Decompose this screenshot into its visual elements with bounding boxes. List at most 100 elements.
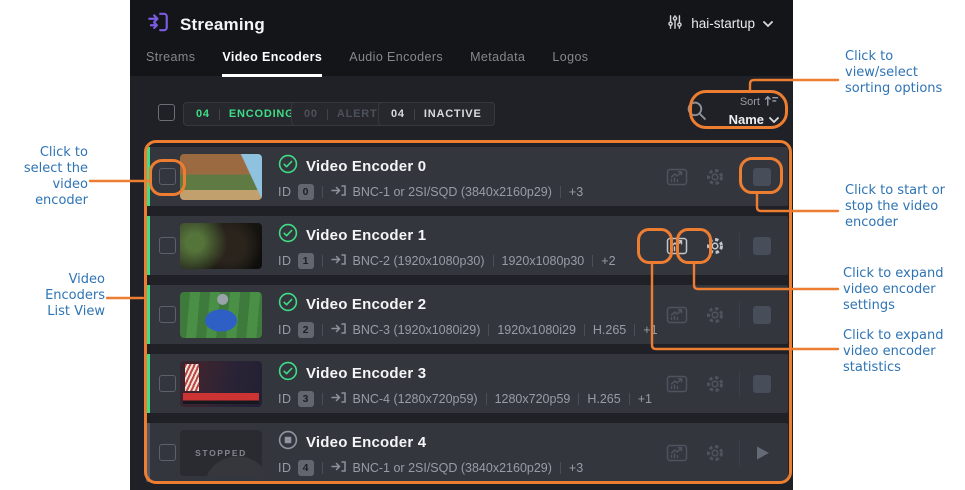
id-badge: 0 <box>298 184 314 200</box>
encoder-checkbox[interactable] <box>159 444 176 461</box>
chip-label: ALERT <box>337 108 378 120</box>
encoder-name: Video Encoder 2 <box>306 296 426 313</box>
streaming-app-panel: Streaming hai-startup Streams Video Enco… <box>130 0 793 490</box>
input-icon <box>331 184 347 200</box>
status-encoding-icon <box>278 361 298 386</box>
chip-count: 04 <box>391 108 405 120</box>
annotation-start-stop: Click to start or stop the video encoder <box>845 183 957 231</box>
more-detail: +1 <box>638 392 652 406</box>
input-detail: BNC-1 or 2SI/SQD (3840x2160p29) <box>353 461 552 475</box>
sort-control[interactable]: Sort Name <box>715 94 779 127</box>
tab-metadata[interactable]: Metadata <box>470 50 525 77</box>
input-icon <box>331 460 347 476</box>
more-detail: +2 <box>601 254 615 268</box>
codec-detail: H.265 <box>587 392 620 406</box>
input-detail: BNC-3 (1920x1080i29) <box>353 323 481 337</box>
encoder-thumbnail <box>180 154 262 200</box>
statistics-icon[interactable] <box>666 167 688 187</box>
annotation-select: Click to select the video encoder <box>22 145 88 209</box>
input-detail: BNC-2 (1920x1080p30) <box>353 254 485 268</box>
filter-chip-encoding[interactable]: 04 ENCODING <box>183 102 308 126</box>
chip-label: INACTIVE <box>424 108 482 120</box>
encoder-row-3[interactable]: Video Encoder 3 ID 3 BNC-4 (1280x720p59)… <box>146 354 788 413</box>
settings-gear-icon[interactable] <box>704 373 726 395</box>
sort-ascending-icon <box>764 94 779 110</box>
search-icon[interactable] <box>686 100 707 126</box>
encoder-row-2[interactable]: Video Encoder 2 ID 2 BNC-3 (1920x1080i29… <box>146 285 788 344</box>
annotation-list-view: Video Encoders List View <box>37 272 105 320</box>
annotation-statistics: Click to expand video encoder statistics <box>843 328 951 376</box>
input-icon <box>331 253 347 269</box>
id-label: ID <box>278 461 292 475</box>
input-detail: BNC-4 (1280x720p59) <box>353 392 478 406</box>
stop-button[interactable] <box>753 375 771 393</box>
id-label: ID <box>278 185 292 199</box>
tab-streams[interactable]: Streams <box>146 50 195 77</box>
encoder-checkbox[interactable] <box>159 237 176 254</box>
settings-gear-icon[interactable] <box>704 442 726 464</box>
select-all-checkbox[interactable] <box>158 104 175 121</box>
annotation-settings: Click to expand video encoder settings <box>843 266 951 314</box>
status-encoding-icon <box>278 223 298 248</box>
sliders-icon <box>667 14 683 33</box>
statistics-icon[interactable] <box>666 236 688 256</box>
id-label: ID <box>278 254 292 268</box>
statistics-icon[interactable] <box>666 443 688 463</box>
encoder-thumbnail <box>180 292 262 338</box>
tab-audio-encoders[interactable]: Audio Encoders <box>349 50 443 77</box>
input-icon <box>331 322 347 338</box>
id-badge: 4 <box>298 460 314 476</box>
stop-button[interactable] <box>753 237 771 255</box>
sort-value: Name <box>729 112 764 127</box>
encoder-row-4[interactable]: STOPPED Video Encoder 4 ID 4 <box>146 423 788 482</box>
annotation-sorting: Click to view/select sorting options <box>845 49 953 97</box>
settings-gear-icon[interactable] <box>704 304 726 326</box>
id-badge: 2 <box>298 322 314 338</box>
settings-gear-icon[interactable] <box>704 235 726 257</box>
encoder-checkbox[interactable] <box>159 306 176 323</box>
filter-chip-alert[interactable]: 00 ALERT <box>291 102 391 126</box>
account-name: hai-startup <box>691 16 755 31</box>
tab-video-encoders[interactable]: Video Encoders <box>222 50 322 77</box>
encoder-name: Video Encoder 4 <box>306 434 426 451</box>
filter-chip-inactive[interactable]: 04 INACTIVE <box>378 102 495 126</box>
encoder-checkbox[interactable] <box>159 168 176 185</box>
encoder-row-1[interactable]: Video Encoder 1 ID 1 BNC-2 (1920x1080p30… <box>146 216 788 275</box>
chip-count: 00 <box>304 108 318 120</box>
tab-bar: Streams Video Encoders Audio Encoders Me… <box>146 50 588 77</box>
settings-gear-icon[interactable] <box>704 166 726 188</box>
input-icon <box>331 391 347 407</box>
resolution-detail: 1920x1080i29 <box>497 323 576 337</box>
id-badge: 1 <box>298 253 314 269</box>
input-detail: BNC-1 or 2SI/SQD (3840x2160p29) <box>353 185 552 199</box>
encoder-name: Video Encoder 3 <box>306 365 426 382</box>
sort-label: Sort <box>740 96 760 108</box>
more-detail: +1 <box>643 323 657 337</box>
stopped-overlay-label: STOPPED <box>195 448 247 458</box>
account-menu[interactable]: hai-startup <box>667 14 773 33</box>
encoder-row-0[interactable]: Video Encoder 0 ID 0 BNC-1 or 2SI/SQD (3… <box>146 147 788 206</box>
id-badge: 3 <box>298 391 314 407</box>
chevron-down-icon <box>769 112 779 127</box>
encoder-checkbox[interactable] <box>159 375 176 392</box>
status-encoding-icon <box>278 292 298 317</box>
stop-button[interactable] <box>753 306 771 324</box>
status-stopped-icon <box>278 430 298 455</box>
resolution-detail: 1280x720p59 <box>495 392 571 406</box>
play-button[interactable] <box>753 444 771 462</box>
statistics-icon[interactable] <box>666 305 688 325</box>
tab-logos[interactable]: Logos <box>552 50 588 77</box>
screenshot-canvas: Streaming hai-startup Streams Video Enco… <box>0 0 965 490</box>
resolution-detail: 1920x1080p30 <box>502 254 585 268</box>
encoder-thumbnail <box>180 223 262 269</box>
chip-label: ENCODING <box>229 108 295 120</box>
encoder-thumbnail <box>180 361 262 407</box>
codec-detail: H.265 <box>593 323 626 337</box>
stop-button[interactable] <box>753 168 771 186</box>
more-detail: +3 <box>569 461 583 475</box>
status-encoding-icon <box>278 154 298 179</box>
chevron-down-icon <box>763 16 773 31</box>
statistics-icon[interactable] <box>666 374 688 394</box>
encoder-name: Video Encoder 1 <box>306 227 426 244</box>
encoder-name: Video Encoder 0 <box>306 158 426 175</box>
